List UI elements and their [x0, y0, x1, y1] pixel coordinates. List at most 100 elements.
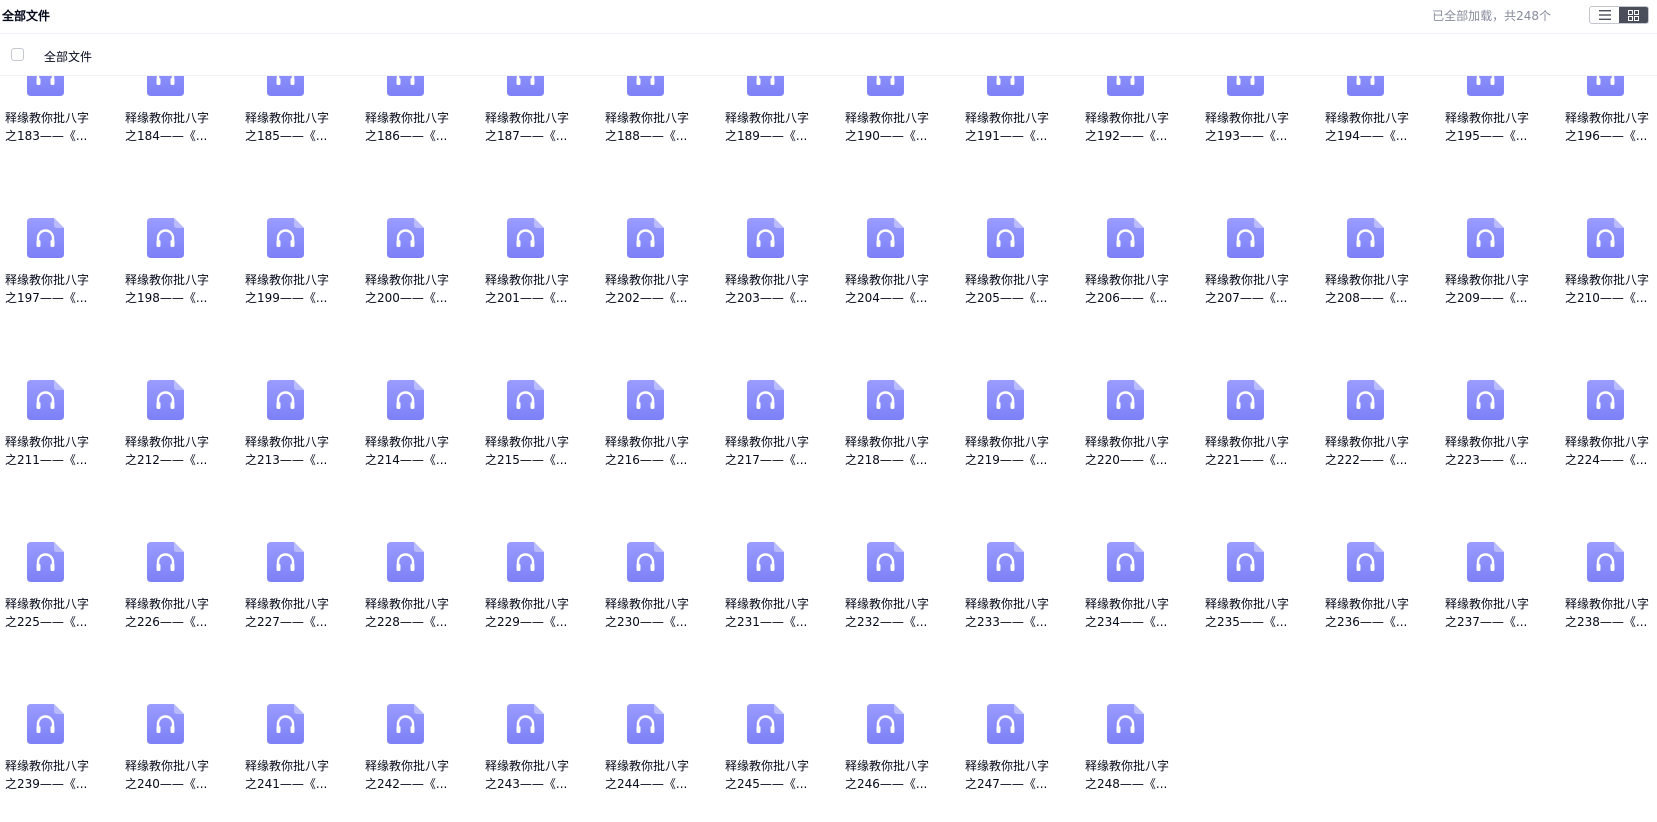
file-item[interactable]: 释缘教你批八字 之194——《... [1320, 76, 1440, 159]
file-name-line-1: 释缘教你批八字 [485, 759, 570, 773]
file-item[interactable]: 释缘教你批八字 之238——《... [1560, 483, 1657, 645]
file-name-line-2: 之217——《... [725, 453, 808, 467]
audio-file-icon [1227, 218, 1264, 258]
file-item[interactable]: 释缘教你批八字 之236——《... [1320, 483, 1440, 645]
file-name: 释缘教你批八字 之203——《... [725, 271, 821, 307]
file-item[interactable]: 释缘教你批八字 之217——《... [720, 321, 840, 483]
file-grid[interactable]: 释缘教你批八字 之183——《... 释缘教你批八字 之184——《... 释缘… [0, 76, 1657, 822]
file-item[interactable]: 释缘教你批八字 之208——《... [1320, 159, 1440, 321]
file-item[interactable]: 释缘教你批八字 之248——《... [1080, 645, 1200, 807]
file-name: 释缘教你批八字 之242——《... [365, 757, 461, 793]
file-item[interactable]: 释缘教你批八字 之187——《... [480, 76, 600, 159]
file-item[interactable]: 释缘教你批八字 之228——《... [360, 483, 480, 645]
file-name-line-2: 之228——《... [365, 615, 448, 629]
file-item[interactable]: 释缘教你批八字 之193——《... [1200, 76, 1320, 159]
file-item[interactable]: 释缘教你批八字 之239——《... [0, 645, 120, 807]
file-item[interactable]: 释缘教你批八字 之243——《... [480, 645, 600, 807]
file-item[interactable]: 释缘教你批八字 之230——《... [600, 483, 720, 645]
file-item[interactable]: 释缘教你批八字 之247——《... [960, 645, 1080, 807]
file-item[interactable]: 释缘教你批八字 之192——《... [1080, 76, 1200, 159]
file-name: 释缘教你批八字 之206——《... [1085, 271, 1181, 307]
file-item[interactable]: 释缘教你批八字 之214——《... [360, 321, 480, 483]
file-item[interactable]: 释缘教你批八字 之189——《... [720, 76, 840, 159]
file-item[interactable]: 释缘教你批八字 之200——《... [360, 159, 480, 321]
file-item[interactable]: 释缘教你批八字 之185——《... [240, 76, 360, 159]
top-bar: 全部文件 已全部加载，共248个 [0, 0, 1657, 34]
file-item[interactable]: 释缘教你批八字 之245——《... [720, 645, 840, 807]
file-item[interactable]: 释缘教你批八字 之226——《... [120, 483, 240, 645]
file-item[interactable]: 释缘教你批八字 之207——《... [1200, 159, 1320, 321]
file-item[interactable]: 释缘教你批八字 之244——《... [600, 645, 720, 807]
file-item[interactable]: 释缘教你批八字 之220——《... [1080, 321, 1200, 483]
file-item[interactable]: 释缘教你批八字 之242——《... [360, 645, 480, 807]
file-item[interactable]: 释缘教你批八字 之184——《... [120, 76, 240, 159]
file-name: 释缘教你批八字 之227——《... [245, 595, 341, 631]
file-item[interactable]: 释缘教你批八字 之215——《... [480, 321, 600, 483]
file-item[interactable]: 释缘教你批八字 之221——《... [1200, 321, 1320, 483]
file-item[interactable]: 释缘教你批八字 之233——《... [960, 483, 1080, 645]
file-name-line-1: 释缘教你批八字 [1325, 111, 1410, 125]
file-item[interactable]: 释缘教你批八字 之231——《... [720, 483, 840, 645]
select-all-checkbox[interactable] [11, 48, 24, 61]
file-item[interactable]: 释缘教你批八字 之199——《... [240, 159, 360, 321]
file-item[interactable]: 释缘教你批八字 之227——《... [240, 483, 360, 645]
file-item[interactable]: 释缘教你批八字 之211——《... [0, 321, 120, 483]
file-item[interactable]: 释缘教你批八字 之212——《... [120, 321, 240, 483]
grid-view-button[interactable] [1619, 7, 1648, 23]
file-name-line-2: 之194——《... [1325, 129, 1408, 143]
file-item[interactable]: 释缘教你批八字 之198——《... [120, 159, 240, 321]
file-item[interactable]: 释缘教你批八字 之237——《... [1440, 483, 1560, 645]
audio-file-icon [1467, 380, 1504, 420]
file-item[interactable]: 释缘教你批八字 之223——《... [1440, 321, 1560, 483]
file-item[interactable]: 释缘教你批八字 之205——《... [960, 159, 1080, 321]
file-item[interactable]: 释缘教你批八字 之183——《... [0, 76, 120, 159]
file-item[interactable]: 释缘教你批八字 之202——《... [600, 159, 720, 321]
file-item[interactable]: 释缘教你批八字 之222——《... [1320, 321, 1440, 483]
file-item[interactable]: 释缘教你批八字 之232——《... [840, 483, 960, 645]
file-name: 释缘教你批八字 之223——《... [1445, 433, 1541, 469]
audio-file-icon [1587, 380, 1624, 420]
file-item[interactable]: 释缘教你批八字 之216——《... [600, 321, 720, 483]
file-item[interactable]: 释缘教你批八字 之203——《... [720, 159, 840, 321]
file-item[interactable]: 释缘教你批八字 之204——《... [840, 159, 960, 321]
file-item[interactable]: 释缘教你批八字 之195——《... [1440, 76, 1560, 159]
file-name-line-2: 之246——《... [845, 777, 928, 791]
file-item[interactable]: 释缘教你批八字 之188——《... [600, 76, 720, 159]
file-item[interactable]: 释缘教你批八字 之213——《... [240, 321, 360, 483]
audio-file-icon [147, 76, 184, 96]
file-name-line-1: 释缘教你批八字 [365, 597, 450, 611]
file-name-line-1: 释缘教你批八字 [965, 111, 1050, 125]
file-item[interactable]: 释缘教你批八字 之197——《... [0, 159, 120, 321]
file-item[interactable]: 释缘教你批八字 之186——《... [360, 76, 480, 159]
file-item[interactable]: 释缘教你批八字 之224——《... [1560, 321, 1657, 483]
file-item[interactable]: 释缘教你批八字 之246——《... [840, 645, 960, 807]
file-item[interactable]: 释缘教你批八字 之218——《... [840, 321, 960, 483]
file-name-line-1: 释缘教你批八字 [5, 273, 90, 287]
file-item[interactable]: 释缘教你批八字 之191——《... [960, 76, 1080, 159]
file-name: 释缘教你批八字 之243——《... [485, 757, 581, 793]
file-name-line-2: 之247——《... [965, 777, 1048, 791]
file-item[interactable]: 释缘教你批八字 之209——《... [1440, 159, 1560, 321]
file-name-line-2: 之209——《... [1445, 291, 1528, 305]
file-item[interactable]: 释缘教你批八字 之241——《... [240, 645, 360, 807]
file-name: 释缘教你批八字 之218——《... [845, 433, 941, 469]
file-item[interactable]: 释缘教你批八字 之210——《... [1560, 159, 1657, 321]
file-item[interactable]: 释缘教你批八字 之240——《... [120, 645, 240, 807]
audio-file-icon [387, 380, 424, 420]
audio-file-icon [27, 76, 64, 96]
file-item[interactable]: 释缘教你批八字 之235——《... [1200, 483, 1320, 645]
file-item[interactable]: 释缘教你批八字 之190——《... [840, 76, 960, 159]
file-item[interactable]: 释缘教你批八字 之219——《... [960, 321, 1080, 483]
file-item[interactable]: 释缘教你批八字 之201——《... [480, 159, 600, 321]
audio-file-icon [27, 704, 64, 744]
audio-file-icon [867, 704, 904, 744]
file-item[interactable]: 释缘教你批八字 之196——《... [1560, 76, 1657, 159]
file-item[interactable]: 释缘教你批八字 之234——《... [1080, 483, 1200, 645]
list-view-button[interactable] [1590, 7, 1619, 23]
file-item[interactable]: 释缘教你批八字 之225——《... [0, 483, 120, 645]
file-name-line-2: 之213——《... [245, 453, 328, 467]
file-item[interactable]: 释缘教你批八字 之206——《... [1080, 159, 1200, 321]
file-item[interactable]: 释缘教你批八字 之229——《... [480, 483, 600, 645]
file-name: 释缘教你批八字 之235——《... [1205, 595, 1301, 631]
file-name-line-1: 释缘教你批八字 [485, 435, 570, 449]
